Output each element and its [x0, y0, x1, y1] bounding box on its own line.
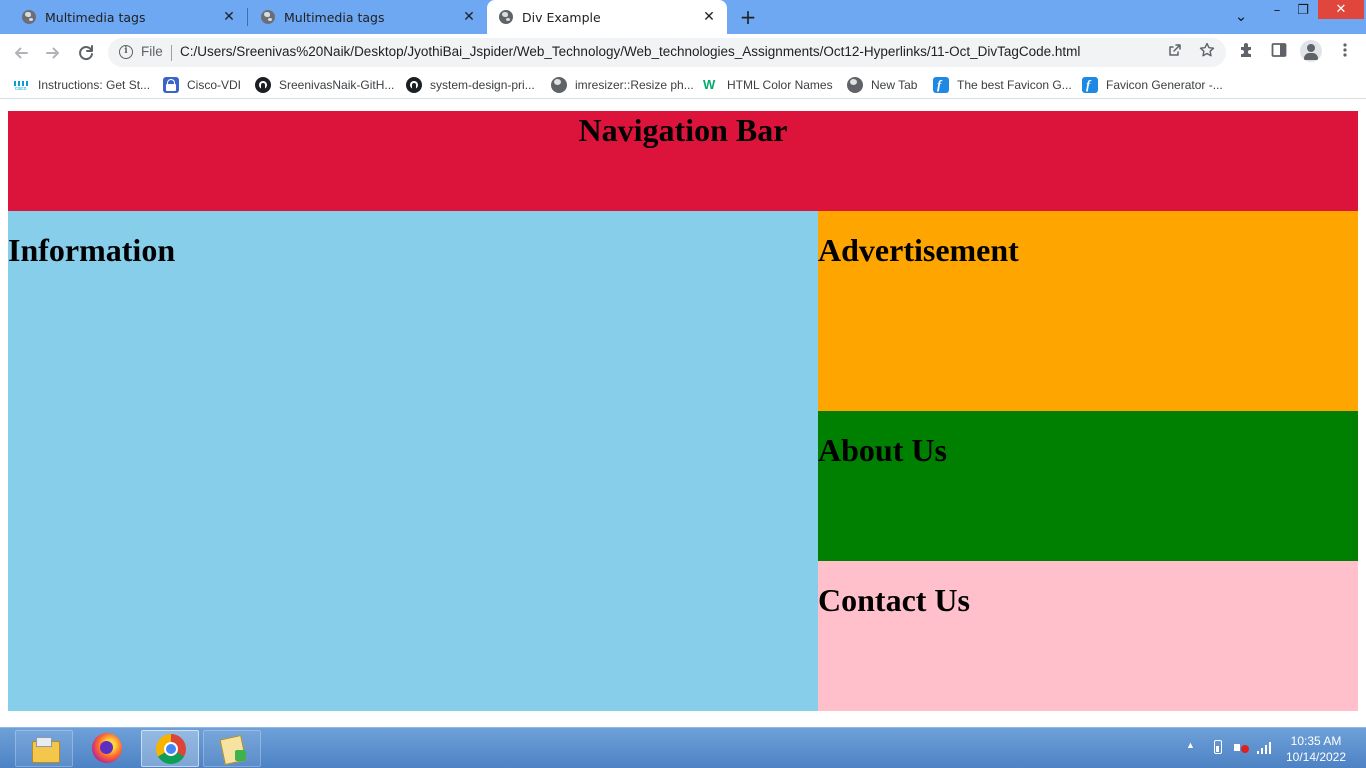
bookmark-cisco-vdi[interactable]: Cisco-VDI	[163, 76, 241, 94]
bookmark-label: New Tab	[871, 78, 918, 92]
chrome-icon	[156, 734, 186, 764]
globe-icon	[847, 77, 863, 93]
side-panel-icon[interactable]	[1267, 41, 1291, 65]
minimize-button[interactable]: –	[1264, 0, 1290, 24]
forward-button[interactable]	[40, 40, 66, 66]
show-hidden-icons-arrow[interactable]: ▲	[1186, 740, 1195, 750]
github-icon	[255, 77, 271, 93]
tab-title: Multimedia tags	[284, 9, 385, 25]
extensions-puzzle-icon[interactable]	[1235, 41, 1259, 65]
cisco-icon	[14, 77, 30, 93]
tab-title: Div Example	[522, 9, 601, 25]
lock-icon	[163, 77, 179, 93]
navigation-bar-heading: Navigation Bar	[578, 112, 788, 148]
bookmark-sreenivasnaik-github[interactable]: SreenivasNaik-GitH...	[255, 76, 394, 94]
navigation-bar-div: Navigation Bar	[8, 111, 1358, 211]
about-us-div: About Us	[818, 411, 1358, 561]
address-divider	[171, 45, 172, 61]
kebab-menu-icon[interactable]	[1333, 41, 1357, 65]
tab-title: Multimedia tags	[45, 9, 146, 25]
share-icon[interactable]	[1164, 42, 1186, 64]
address-bar[interactable]: i File C:/Users/Sreenivas%20Naik/Desktop…	[108, 38, 1226, 67]
bookmark-instructions[interactable]: Instructions: Get St...	[14, 76, 150, 94]
address-scheme-label: File	[141, 44, 163, 59]
contact-us-heading: Contact Us	[818, 582, 970, 618]
tab-close-icon[interactable]: ✕	[221, 8, 237, 26]
page-viewport: Navigation Bar Information Advertisement…	[0, 100, 1366, 727]
bookmark-imresizer[interactable]: imresizer::Resize ph...	[551, 76, 694, 94]
bookmarks-bar: Instructions: Get St... Cisco-VDI Sreeni…	[0, 71, 1366, 99]
bookmark-label: imresizer::Resize ph...	[575, 78, 694, 92]
bookmark-favicon-generator[interactable]: Favicon Generator -...	[1082, 76, 1223, 94]
bookmark-new-tab[interactable]: New Tab	[847, 76, 917, 94]
clock-date: 10/14/2022	[1285, 750, 1347, 764]
tab-multimedia-tags-2[interactable]: Multimedia tags ✕	[239, 0, 487, 34]
globe-icon	[499, 10, 513, 24]
arrow-right-icon	[46, 47, 59, 59]
tab-close-icon[interactable]: ✕	[701, 8, 717, 26]
information-heading: Information	[8, 232, 176, 268]
close-window-button[interactable]: ✕	[1318, 0, 1364, 19]
globe-icon	[22, 10, 36, 24]
profile-avatar-icon[interactable]	[1300, 40, 1322, 62]
favicon-icon	[1082, 77, 1098, 93]
bookmark-html-color-names[interactable]: HTML Color Names	[703, 76, 833, 94]
w3schools-icon	[703, 77, 719, 93]
bookmark-label: The best Favicon G...	[957, 78, 1072, 92]
globe-icon	[261, 10, 275, 24]
arrow-left-icon	[15, 47, 28, 59]
reload-button[interactable]	[73, 40, 99, 66]
tab-search-chevron-icon[interactable]: ⌄	[1228, 5, 1254, 29]
tab-close-icon[interactable]: ✕	[461, 8, 477, 26]
bookmark-label: Instructions: Get St...	[38, 78, 151, 92]
system-clock[interactable]: 10:35 AM 10/14/2022	[1280, 733, 1352, 765]
bookmark-system-design[interactable]: system-design-pri...	[406, 76, 535, 94]
bookmark-label: system-design-pri...	[430, 78, 535, 92]
file-explorer-icon	[30, 734, 60, 764]
advertisement-heading: Advertisement	[818, 232, 1019, 268]
information-div: Information	[8, 211, 818, 711]
restore-button[interactable]: ❐	[1290, 0, 1316, 24]
windows-taskbar: ▲ 10:35 AM 10/14/2022	[0, 727, 1366, 768]
taskbar-chrome[interactable]	[141, 730, 199, 767]
about-us-heading: About Us	[818, 432, 947, 468]
taskbar-notepad-plus[interactable]	[203, 730, 261, 767]
bookmark-label: Favicon Generator -...	[1106, 78, 1223, 92]
speaker-muted-icon[interactable]	[1234, 740, 1249, 756]
advertisement-div: Advertisement	[818, 211, 1358, 411]
taskbar-firefox[interactable]	[78, 730, 136, 767]
bookmark-label: Cisco-VDI	[187, 78, 242, 92]
github-icon	[406, 77, 422, 93]
browser-tab-strip: Multimedia tags ✕ Multimedia tags ✕ Div …	[0, 0, 1366, 34]
browser-toolbar: i File C:/Users/Sreenivas%20Naik/Desktop…	[0, 34, 1366, 71]
back-button[interactable]	[8, 40, 34, 66]
contact-us-div: Contact Us	[818, 561, 1358, 711]
tab-div-example[interactable]: Div Example ✕	[487, 0, 727, 34]
bookmark-label: SreenivasNaik-GitH...	[279, 78, 395, 92]
tab-multimedia-tags-1[interactable]: Multimedia tags ✕	[0, 0, 248, 34]
bookmark-best-favicon[interactable]: The best Favicon G...	[933, 76, 1072, 94]
reload-icon	[79, 45, 93, 61]
battery-icon[interactable]	[1214, 740, 1222, 754]
site-info-icon[interactable]: i	[119, 45, 133, 59]
network-signal-icon[interactable]	[1257, 740, 1273, 756]
clock-time: 10:35 AM	[1290, 734, 1342, 748]
taskbar-file-explorer[interactable]	[15, 730, 73, 767]
firefox-icon	[92, 733, 122, 763]
globe-icon	[551, 77, 567, 93]
bookmark-star-icon[interactable]	[1196, 42, 1218, 64]
bookmark-label: HTML Color Names	[727, 78, 833, 92]
new-tab-button[interactable]: +	[736, 5, 760, 29]
address-url[interactable]: C:/Users/Sreenivas%20Naik/Desktop/Jyothi…	[180, 44, 1080, 59]
notepad-plus-icon	[218, 734, 248, 764]
favicon-icon	[933, 77, 949, 93]
